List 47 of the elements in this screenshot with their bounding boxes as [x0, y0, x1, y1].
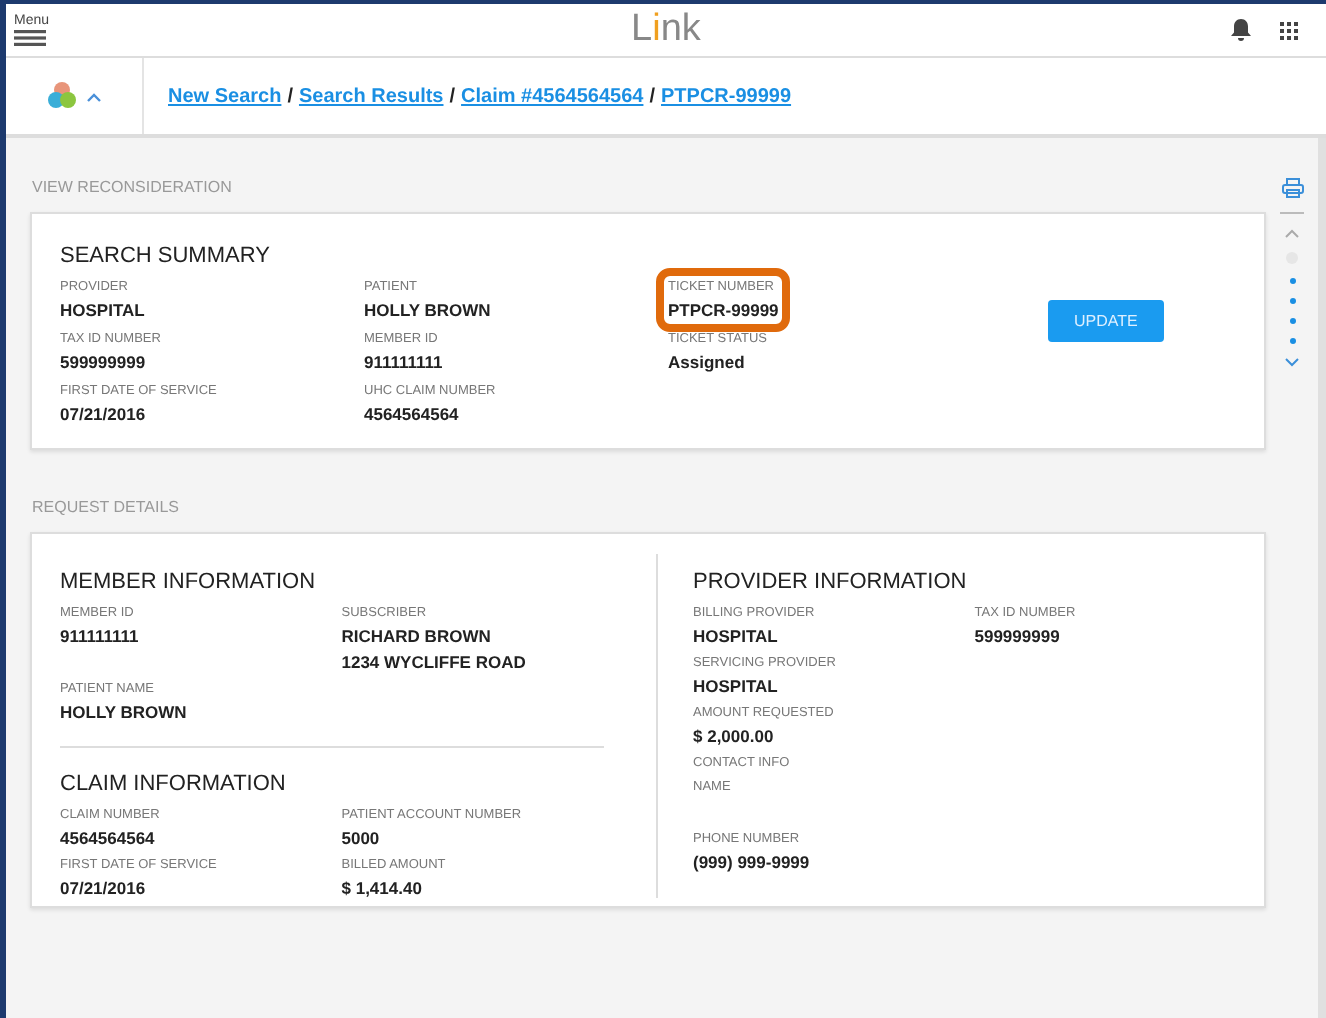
field-value: RICHARD BROWN [341, 626, 493, 646]
card-heading: CLAIM INFORMATION [60, 772, 288, 796]
field-value: $ 2,000.00 [693, 726, 776, 746]
nav-dot[interactable] [1289, 278, 1295, 284]
chevron-down-icon[interactable] [1284, 358, 1300, 368]
field-value: Assigned [668, 352, 747, 372]
card-heading: SEARCH SUMMARY [60, 244, 272, 268]
breadcrumb-link[interactable]: Search Results [298, 85, 444, 107]
apps-grid-icon[interactable] [1280, 21, 1298, 39]
field-value: 599999999 [60, 352, 148, 372]
field-value: 911111111 [364, 352, 443, 372]
field-value: $ 1,414.40 [341, 878, 424, 898]
field-value: PTPCR-99999 [668, 300, 779, 320]
field-value: 4564564564 [60, 828, 157, 848]
field-value: 5000 [341, 828, 382, 848]
card-heading: PROVIDER INFORMATION [693, 570, 969, 594]
bell-icon[interactable] [1230, 18, 1252, 42]
section-title: REQUEST DETAILS [32, 498, 181, 516]
nav-dot[interactable] [1289, 298, 1295, 304]
field-value: (999) 999-9999 [693, 852, 812, 872]
breadcrumb-link[interactable]: New Search [168, 85, 282, 107]
breadcrumb-separator: / [649, 85, 655, 107]
chevron-up-icon[interactable] [1284, 228, 1300, 238]
breadcrumb-link[interactable]: PTPCR-99999 [661, 85, 792, 107]
field-value: 911111111 [60, 626, 141, 646]
section-title: VIEW RECONSIDERATION [32, 178, 234, 196]
field-value: 599999999 [974, 626, 1062, 646]
card-heading: MEMBER INFORMATION [60, 570, 318, 594]
update-button[interactable]: UPDATE [1048, 300, 1164, 342]
field-value: HOLLY BROWN [364, 300, 491, 320]
field-value: HOSPITAL [693, 676, 780, 696]
breadcrumb-link[interactable]: Claim #4564564564 [461, 85, 644, 107]
print-icon[interactable] [1281, 178, 1303, 198]
field-value: 4564564564 [364, 404, 461, 424]
nav-dot[interactable] [1289, 318, 1295, 324]
breadcrumb-separator: / [449, 85, 456, 107]
nav-dot[interactable] [1289, 338, 1295, 344]
field-value: HOSPITAL [60, 300, 145, 320]
field-value: 1234 WYCLIFFE ROAD [341, 652, 528, 672]
chevron-up-icon[interactable] [86, 91, 102, 101]
field-value: 07/21/2016 [60, 878, 148, 898]
field-value: 07/21/2016 [60, 404, 148, 424]
breadcrumb-separator: / [287, 85, 293, 107]
field-value: HOLLY BROWN [60, 702, 189, 722]
app-logo: Link [631, 8, 701, 52]
field-value: HOSPITAL [693, 626, 780, 646]
brand-logo-icon [46, 80, 78, 112]
